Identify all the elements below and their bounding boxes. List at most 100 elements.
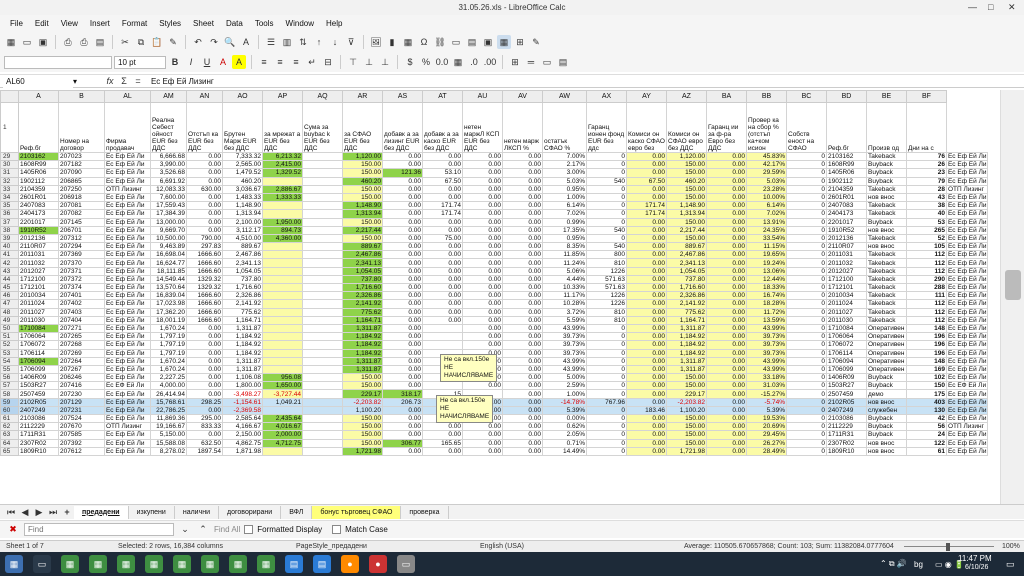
table-cell[interactable]: 0.00 (462, 250, 503, 260)
table-cell[interactable] (302, 209, 343, 219)
table-cell[interactable] (302, 438, 343, 448)
table-cell[interactable] (302, 266, 343, 276)
table-cell[interactable]: 0.00 (462, 438, 503, 448)
table-cell[interactable]: 16,698.04 (150, 250, 187, 260)
table-cell[interactable]: 196 (906, 348, 947, 358)
menu-file[interactable]: File (4, 19, 29, 28)
table-cell[interactable]: 1503R27 (826, 381, 867, 391)
table-cell[interactable]: 171.74 (626, 201, 667, 211)
table-cell[interactable]: 0.00 (626, 356, 667, 366)
table-cell[interactable]: 53 (906, 217, 947, 227)
table-cell[interactable]: Ес Еф Ей Ли (945, 258, 989, 268)
header-cell[interactable]: добавк а за лизинг EUR без ДДС (382, 102, 423, 153)
table-cell[interactable]: 0.00 (706, 340, 747, 350)
open-icon[interactable]: ▭ (20, 35, 34, 49)
column-header[interactable]: A (18, 90, 59, 103)
table-cell[interactable]: Ес ЕФ Ей Ли (945, 381, 989, 391)
table-cell[interactable]: 0.95% (542, 184, 587, 194)
calc-app-icon[interactable]: ▦ (173, 555, 191, 573)
table-cell[interactable]: Ес Еф Ей Ли (104, 323, 151, 334)
table-cell[interactable]: 10.28% (542, 299, 587, 309)
table-cell[interactable]: 1910R52 (826, 225, 867, 235)
table-cell[interactable]: 150.00 (342, 373, 383, 383)
table-cell[interactable]: 0.00 (626, 258, 667, 268)
table-cell[interactable]: Takeback (866, 274, 907, 285)
table-cell[interactable]: 737.80 (222, 274, 263, 285)
table-cell[interactable] (302, 332, 343, 342)
table-cell[interactable]: 0.00 (382, 323, 423, 334)
table-cell[interactable]: 1666.60 (186, 299, 223, 309)
table-cell[interactable]: 1,148.90 (222, 201, 263, 211)
column-header[interactable]: BD (826, 90, 867, 103)
row-header[interactable]: 57 (0, 381, 19, 391)
table-cell[interactable]: Ес Еф Ей Ли (104, 430, 151, 440)
table-cell[interactable]: Ес Еф Ей Ли (104, 332, 151, 342)
table-cell[interactable]: 130 (906, 405, 947, 416)
table-cell[interactable] (302, 201, 343, 211)
table-cell[interactable]: 207268 (58, 340, 105, 350)
table-cell[interactable]: 0.00 (626, 389, 667, 399)
table-cell[interactable]: 1,120.00 (666, 151, 707, 162)
table-cell[interactable]: Ес Еф Ей Ли (945, 160, 989, 170)
chart-icon[interactable]: ▮ (385, 35, 399, 49)
table-cell[interactable]: Takeback (866, 233, 907, 244)
table-cell[interactable]: -2,369.58 (222, 405, 263, 416)
table-cell[interactable]: 1,148.90 (342, 201, 383, 211)
table-cell[interactable]: 1,311.87 (222, 356, 263, 366)
table-cell[interactable]: 0.00 (706, 397, 747, 407)
last-sheet-icon[interactable]: ⏭ (46, 505, 60, 519)
table-cell[interactable]: 13.06% (746, 266, 787, 276)
bold-icon[interactable]: B (168, 55, 182, 69)
table-cell[interactable]: 207670 (58, 422, 105, 432)
table-cell[interactable]: 1,106.08 (222, 373, 263, 383)
column-header[interactable]: AR (342, 90, 383, 103)
percent-icon[interactable]: % (419, 55, 433, 69)
table-cell[interactable]: 0.00 (502, 209, 543, 219)
table-cell[interactable]: Buyback (866, 413, 907, 424)
table-cell[interactable]: 0.00 (706, 266, 747, 276)
vertical-scrollbar[interactable] (1000, 90, 1024, 504)
table-cell[interactable]: 0.00 (186, 160, 223, 170)
table-cell[interactable]: Ес Еф Ей Ли (945, 332, 989, 342)
table-cell[interactable]: 0.00 (502, 422, 543, 432)
row-header[interactable]: 1 (0, 102, 19, 153)
table-cell[interactable]: 0.00 (462, 422, 503, 432)
table-cell[interactable]: 4,000.00 (150, 381, 187, 391)
menu-format[interactable]: Format (116, 19, 153, 28)
table-cell[interactable]: 8,278.02 (150, 446, 187, 456)
table-cell[interactable]: 0.00 (186, 332, 223, 342)
table-cell[interactable]: 150.00 (666, 373, 707, 383)
header-cell[interactable]: нетен марж ЛКСП % (502, 102, 543, 153)
table-cell[interactable]: 1710084 (826, 323, 867, 334)
table-cell[interactable]: 2110R07 (18, 242, 59, 252)
table-cell[interactable]: 15,588.08 (150, 438, 187, 448)
table-cell[interactable]: 956.08 (262, 373, 303, 383)
table-cell[interactable]: 2110R07 (826, 242, 867, 252)
table-cell[interactable] (262, 209, 303, 219)
table-cell[interactable]: служебен (866, 405, 907, 416)
sheet-tab[interactable]: бонус търговец СФАО (312, 505, 402, 519)
table-cell[interactable]: 7,600.00 (150, 192, 187, 203)
copy-icon[interactable]: ⧉ (134, 35, 148, 49)
table-cell[interactable]: 2307R02 (826, 438, 867, 448)
find-previous-icon[interactable]: ⌄ (178, 523, 192, 537)
table-cell[interactable]: 2102R05 (18, 397, 59, 407)
table-cell[interactable]: Ес Еф Ей Ли (945, 348, 989, 358)
table-cell[interactable]: 75.00 (422, 233, 463, 244)
special-char-icon[interactable]: Ω (417, 35, 431, 49)
table-cell[interactable]: 0.00 (462, 176, 503, 186)
table-cell[interactable]: 207269 (58, 348, 105, 358)
table-cell[interactable]: 0.00 (502, 323, 543, 334)
delete-decimal-icon[interactable]: .00 (483, 55, 497, 69)
table-cell[interactable]: 0.00 (382, 356, 423, 366)
table-cell[interactable]: 5.39% (746, 405, 787, 416)
table-cell[interactable]: 2407083 (826, 201, 867, 211)
table-cell[interactable]: 16,839.04 (150, 291, 187, 301)
table-cell[interactable]: 0.00 (626, 323, 667, 334)
table-cell[interactable]: 0.00 (462, 282, 503, 293)
table-cell[interactable]: 0.00 (422, 160, 463, 170)
table-cell[interactable]: 206.73 (382, 397, 423, 407)
column-header[interactable]: AY (626, 90, 667, 103)
table-cell[interactable]: 207230 (58, 389, 105, 399)
table-cell[interactable]: 6.14% (746, 201, 787, 211)
